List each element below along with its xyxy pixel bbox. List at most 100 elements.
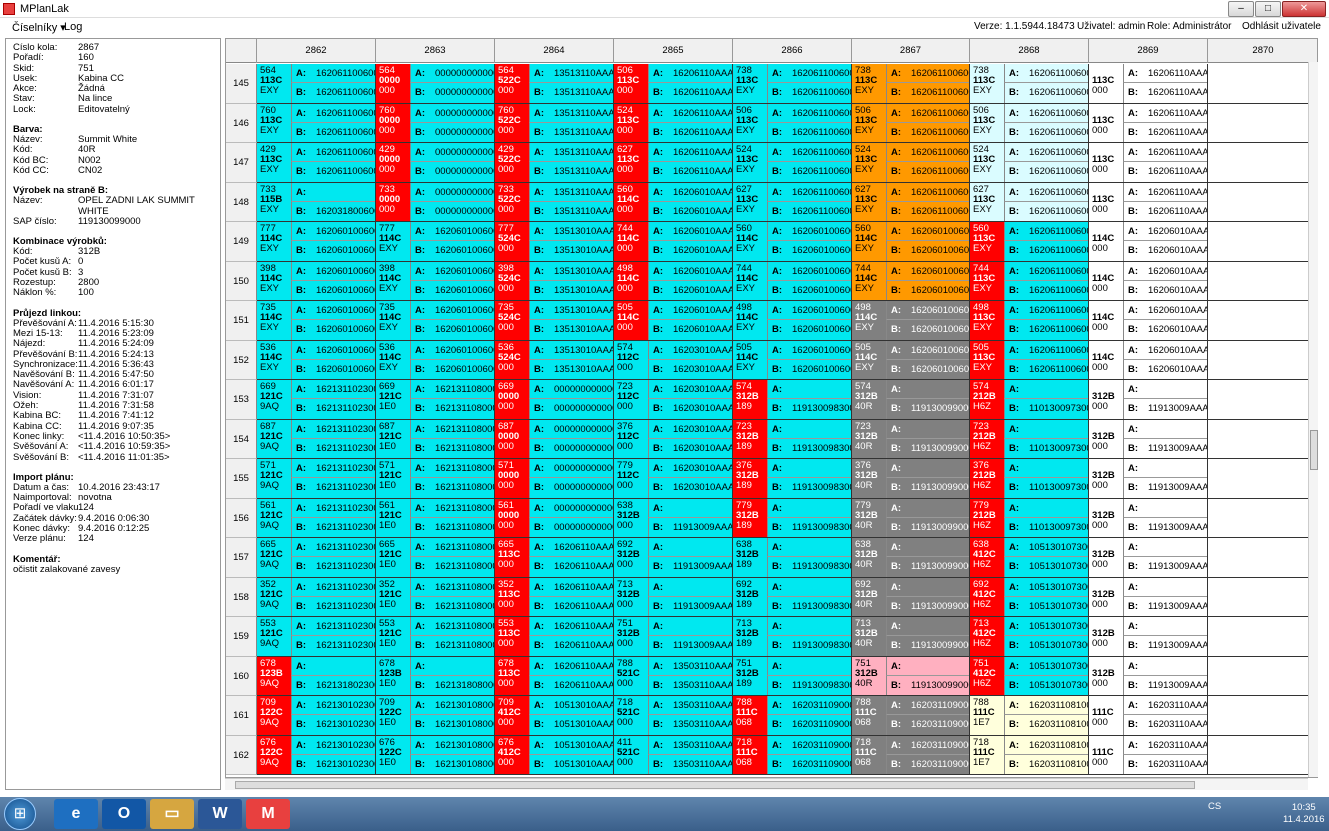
grid-cell[interactable]: 560 114C EXY A: 162060100600 B: 162060100600 [852, 222, 970, 262]
column-header-2866[interactable]: 2866 [733, 39, 852, 63]
row-header-162[interactable]: 162 [226, 735, 257, 775]
grid-cell-empty[interactable] [1208, 222, 1317, 262]
grid-cell[interactable]: 524 113C EXY A: 162061100600 B: 162061100600 [852, 143, 970, 183]
grid-cell[interactable]: 735 114C EXY A: 162060100600 B: 162060100600 [257, 301, 376, 341]
grid-cell[interactable]: 627 113C EXY A: 162061100600 B: 162061100600 [852, 182, 970, 222]
grid-cell[interactable]: 352 121C 1E0 A: 162131108000 B: 162131108000 [376, 577, 495, 617]
grid-cell-empty[interactable] [1208, 696, 1317, 736]
grid-cell[interactable]: 788 111C 1E7 A: 162031108100 B: 162031108100 [970, 696, 1089, 736]
grid-cell[interactable]: 751 412C H6Z A: 105130107300 B: 105130107300 [970, 656, 1089, 696]
taskbar-outlook-icon[interactable]: O [102, 799, 146, 829]
grid-cell[interactable]: 777524C000 A: 13513010AAAA B: 13513010AAAA [495, 222, 614, 262]
row-header-147[interactable]: 147 [226, 143, 257, 183]
row-header-158[interactable]: 158 [226, 577, 257, 617]
grid-cell[interactable]: 638 312B 189 A: B: 119130098300 [733, 538, 852, 578]
grid-cell[interactable]: 687 121C 1E0 A: 162131108000 B: 162131108000 [376, 419, 495, 459]
grid-cell[interactable]: 574 312B 40R A: B: 119130099000 [852, 380, 970, 420]
grid-cell[interactable]: 553113C000 A: 16206110AAAA B: 16206110AAAA [495, 617, 614, 657]
grid-cell[interactable]: 777 114C EXY A: 162060100600 B: 162060100600 [376, 222, 495, 262]
grid-cell[interactable]: 111C000 A: 16203110AAAA B: 16203110AAAA [1089, 696, 1208, 736]
taskbar-explorer-icon[interactable]: ▭ [150, 799, 194, 829]
grid-cell[interactable]: 627 113C EXY A: 162061100600 B: 162061100600 [970, 182, 1089, 222]
column-header-2864[interactable]: 2864 [495, 39, 614, 63]
grid-cell[interactable]: 536 114C EXY A: 162060100600 B: 162060100600 [376, 340, 495, 380]
grid-cell[interactable]: 524113C000 A: 16206110AAAA B: 16206110AAAA [614, 103, 733, 143]
grid-cell[interactable]: 733 0000 000 A: 000000000000 B: 000000000000 [376, 182, 495, 222]
grid-cell[interactable]: 738 113C EXY A: 162061100600 B: 162061100600 [733, 64, 852, 104]
grid-cell[interactable]: 524 113C EXY A: 162061100600 B: 162061100600 [733, 143, 852, 183]
grid-cell[interactable]: 687 121C 9AQ A: 162131102300 B: 162131102300 [257, 419, 376, 459]
grid-cell[interactable]: 398524C000 A: 13513010AAAA B: 13513010AAAA [495, 261, 614, 301]
row-header-161[interactable]: 161 [226, 696, 257, 736]
grid-cell[interactable]: 692312B000 A: B: 11913009AAAA [614, 538, 733, 578]
grid-cell[interactable]: 312B000 A: B: 11913009AAAA [1089, 380, 1208, 420]
grid-cell[interactable]: 505114C000 A: 16206010AAAA B: 16206010AAAA [614, 301, 733, 341]
grid-cell[interactable]: 352113C000 A: 16206110AAAA B: 16206110AAAA [495, 577, 614, 617]
grid-cell-empty[interactable] [1208, 143, 1317, 183]
column-header-2868[interactable]: 2868 [970, 39, 1089, 63]
grid-cell[interactable]: 561 121C 9AQ A: 162131102300 B: 162131102300 [257, 498, 376, 538]
grid-cell[interactable]: 709 122C 1E0 A: 162130108000 B: 162130108000 [376, 696, 495, 736]
grid-cell[interactable]: 738 113C EXY A: 162061100600 B: 162061100600 [970, 64, 1089, 104]
grid-cell[interactable]: 498 114C EXY A: 162060100600 B: 162060100600 [733, 301, 852, 341]
grid-cell[interactable]: 718 111C 068 A: 162031109000 B: 162031109000 [852, 735, 970, 775]
grid-cell[interactable]: 751 312B 40R A: B: 119130099000 [852, 656, 970, 696]
close-button[interactable]: ✕ [1282, 1, 1326, 17]
column-header-2869[interactable]: 2869 [1089, 39, 1208, 63]
column-header-2863[interactable]: 2863 [376, 39, 495, 63]
row-header-151[interactable]: 151 [226, 301, 257, 341]
grid-cell[interactable]: 676 122C 9AQ A: 162130102300 B: 162130102300 [257, 735, 376, 775]
grid-cell-empty[interactable] [1208, 577, 1317, 617]
grid-cell[interactable]: 751 312B 189 A: B: 119130098300 [733, 656, 852, 696]
grid-cell[interactable]: 687 0000 000 A: 000000000000 B: 000000000000 [495, 419, 614, 459]
grid-cell[interactable]: 574112C000 A: 16203010AAAA B: 16203010AAAA [614, 340, 733, 380]
row-header-154[interactable]: 154 [226, 419, 257, 459]
grid-cell[interactable]: 352 121C 9AQ A: 162131102300 B: 162131102300 [257, 577, 376, 617]
column-header-2862[interactable]: 2862 [257, 39, 376, 63]
menu-ciselniky[interactable]: Číselníky ▾ [12, 21, 66, 34]
vertical-scrollbar[interactable] [1308, 62, 1318, 777]
grid-cell[interactable]: 564 113C EXY A: 162061100600 B: 162061100600 [257, 64, 376, 104]
grid-cell[interactable]: 114C000 A: 16206010AAAA B: 16206010AAAA [1089, 222, 1208, 262]
grid-cell-empty[interactable] [1208, 459, 1317, 499]
grid-cell[interactable]: 779 312B 189 A: B: 119130098300 [733, 498, 852, 538]
grid-cell[interactable]: 524 113C EXY A: 162061100600 B: 162061100600 [970, 143, 1089, 183]
grid-cell[interactable]: 113C000 A: 16206110AAAA B: 16206110AAAA [1089, 103, 1208, 143]
grid-cell[interactable]: 627 113C EXY A: 162061100600 B: 162061100600 [733, 182, 852, 222]
grid-cell[interactable]: 506 113C EXY A: 162061100600 B: 162061100600 [733, 103, 852, 143]
grid-cell[interactable]: 505 114C EXY A: 162060100600 B: 162060100600 [733, 340, 852, 380]
grid-cell[interactable]: 723112C000 A: 16203010AAAA B: 16203010AAAA [614, 380, 733, 420]
grid-cell[interactable]: 564 0000 000 A: 000000000000 B: 000000000000 [376, 64, 495, 104]
row-header-149[interactable]: 149 [226, 222, 257, 262]
grid-cell[interactable]: 498 114C EXY A: 162060100600 B: 162060100600 [852, 301, 970, 341]
taskbar-word-icon[interactable]: W [198, 799, 242, 829]
grid-cell[interactable]: 779 312B 40R A: B: 119130099000 [852, 498, 970, 538]
grid-cell[interactable]: 744 113C EXY A: 162061100600 B: 162061100600 [970, 261, 1089, 301]
grid-cell[interactable]: 111C000 A: 16203110AAAA B: 16203110AAAA [1089, 735, 1208, 775]
grid-cell[interactable]: 506113C000 A: 16206110AAAA B: 16206110AAAA [614, 64, 733, 104]
grid-cell[interactable]: 574 212B H6Z A: B: 110130097300 [970, 380, 1089, 420]
grid-cell[interactable]: 713 412C H6Z A: 105130107300 B: 105130107300 [970, 617, 1089, 657]
grid-cell[interactable]: 376 312B 189 A: B: 119130098300 [733, 459, 852, 499]
grid-cell[interactable]: 638312B000 A: B: 11913009AAAA [614, 498, 733, 538]
grid-cell[interactable]: 571 121C 9AQ A: 162131102300 B: 162131102300 [257, 459, 376, 499]
grid-cell[interactable]: 692 312B 40R A: B: 119130099000 [852, 577, 970, 617]
grid-cell[interactable]: 505 113C EXY A: 162061100600 B: 162061100600 [970, 340, 1089, 380]
grid-cell[interactable]: 788 111C 068 A: 162031109000 B: 162031109000 [852, 696, 970, 736]
minimize-button[interactable]: – [1228, 1, 1254, 17]
grid-cell[interactable]: 669 121C 9AQ A: 162131102300 B: 162131102300 [257, 380, 376, 420]
grid-cell[interactable]: 760522C000 A: 13513110AAAA B: 13513110AAAA [495, 103, 614, 143]
grid-cell[interactable]: 312B000 A: B: 11913009AAAA [1089, 538, 1208, 578]
grid-cell[interactable]: 678 123B 1E0 A: B: 162131808000 [376, 656, 495, 696]
grid-cell[interactable]: 723 212B H6Z A: B: 110130097300 [970, 419, 1089, 459]
grid-cell[interactable]: 718521C000 A: 13503110AAAA B: 13503110AAAA [614, 696, 733, 736]
row-header-150[interactable]: 150 [226, 261, 257, 301]
grid-cell[interactable]: 113C000 A: 16206110AAAA B: 16206110AAAA [1089, 143, 1208, 183]
grid-cell[interactable]: 312B000 A: B: 11913009AAAA [1089, 498, 1208, 538]
clock[interactable]: 10:35 11.4.2016 [1283, 802, 1325, 826]
grid-cell[interactable]: 777 114C EXY A: 162060100600 B: 162060100600 [257, 222, 376, 262]
grid-cell[interactable]: 738 113C EXY A: 162061100600 B: 162061100600 [852, 64, 970, 104]
grid-cell[interactable]: 723 312B 189 A: B: 119130098300 [733, 419, 852, 459]
grid-cell[interactable]: 733 115B EXY A: B: 162031800600 [257, 182, 376, 222]
grid-cell[interactable]: 560 114C EXY A: 162060100600 B: 162060100600 [733, 222, 852, 262]
